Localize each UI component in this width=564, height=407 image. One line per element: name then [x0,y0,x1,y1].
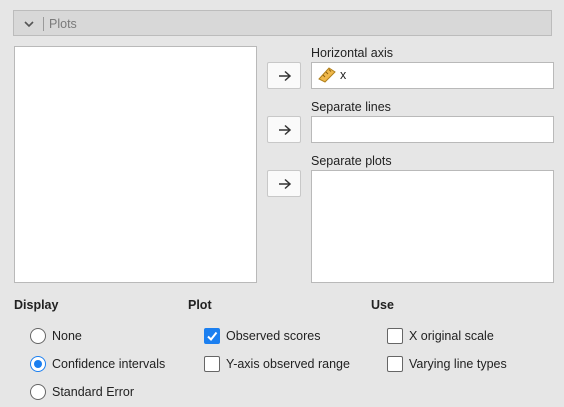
assign-separate-plots-button[interactable] [267,170,301,197]
display-confidence-intervals-radio[interactable] [30,356,46,372]
varying-line-types-checkbox[interactable] [387,356,403,372]
display-heading: Display [14,298,59,312]
x-original-scale-label[interactable]: X original scale [409,329,494,343]
horizontal-axis-variable[interactable]: x [340,68,346,82]
y-axis-observed-range-checkbox[interactable] [204,356,220,372]
display-standard-error-radio[interactable] [30,384,46,400]
arrow-right-icon [279,124,292,136]
separate-lines-label: Separate lines [311,100,391,114]
source-variable-list[interactable] [14,46,257,283]
checkmark-icon [207,331,218,342]
plot-heading: Plot [188,298,212,312]
horizontal-axis-label: Horizontal axis [311,46,393,60]
varying-line-types-label[interactable]: Varying line types [409,357,507,371]
use-heading: Use [371,298,394,312]
observed-scores-checkbox[interactable] [204,328,220,344]
section-header-plots[interactable]: Plots [13,10,552,36]
display-standard-error-label[interactable]: Standard Error [52,385,134,399]
observed-scores-label[interactable]: Observed scores [226,329,320,343]
assign-separate-lines-button[interactable] [267,116,301,143]
chevron-down-icon [24,21,34,28]
y-axis-observed-range-label[interactable]: Y-axis observed range [226,357,350,371]
section-title: Plots [49,17,77,31]
x-original-scale-checkbox[interactable] [387,328,403,344]
display-confidence-intervals-label[interactable]: Confidence intervals [52,357,165,371]
header-divider [43,17,44,31]
arrow-right-icon [279,178,292,190]
separate-plots-label: Separate plots [311,154,392,168]
ruler-icon [318,67,336,83]
display-none-label[interactable]: None [52,329,82,343]
assign-horizontal-axis-button[interactable] [267,62,301,89]
separate-lines-field[interactable] [311,116,554,143]
horizontal-axis-field[interactable]: x [311,62,554,89]
arrow-right-icon [279,70,292,82]
display-none-radio[interactable] [30,328,46,344]
separate-plots-field[interactable] [311,170,554,283]
